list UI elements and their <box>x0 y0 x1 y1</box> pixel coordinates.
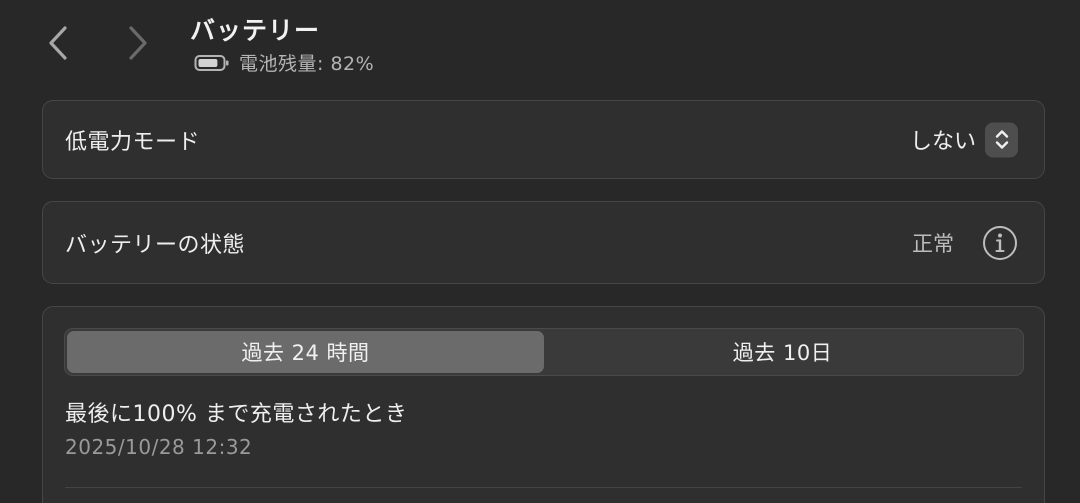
divider <box>65 487 1022 488</box>
low-power-mode-value: しない <box>909 129 976 155</box>
low-power-mode-row: 低電力モード しない <box>42 100 1045 179</box>
battery-settings-page: バッテリー 電池残量: 82% 低電力モード しない バッテリーの状態 正常 過… <box>0 0 1080 503</box>
updown-chevron-icon <box>985 122 1018 157</box>
battery-usage-panel: 過去 24 時間 過去 10日 最後に100% まで充電されたとき 2025/1… <box>42 306 1045 503</box>
last-full-charge-date: 2025/10/28 12:32 <box>65 435 253 459</box>
time-range-segmented-control: 過去 24 時間 過去 10日 <box>64 328 1024 376</box>
battery-health-value: 正常 <box>912 231 954 256</box>
tab-last-10-days[interactable]: 過去 10日 <box>544 331 1021 373</box>
forward-button[interactable] <box>118 22 158 64</box>
tab-last-24-hours[interactable]: 過去 24 時間 <box>67 331 544 373</box>
low-power-mode-label: 低電力モード <box>65 129 201 155</box>
battery-health-row: バッテリーの状態 正常 <box>42 201 1045 284</box>
low-power-mode-popup[interactable]: しない <box>910 122 1018 157</box>
chevron-right-icon <box>129 26 147 60</box>
page-title: バッテリー <box>190 16 321 45</box>
battery-icon <box>194 54 229 71</box>
last-full-charge-label: 最後に100% まで充電されたとき <box>65 402 408 427</box>
battery-level-text: 電池残量: 82% <box>239 53 375 75</box>
chevron-left-icon <box>49 26 67 60</box>
info-button[interactable] <box>982 225 1018 261</box>
battery-health-label: バッテリーの状態 <box>65 232 246 258</box>
back-button[interactable] <box>38 22 78 64</box>
info-icon <box>983 225 1017 260</box>
battery-health-status: 正常 <box>912 225 1018 261</box>
battery-level-row: 電池残量: 82% <box>194 49 374 76</box>
